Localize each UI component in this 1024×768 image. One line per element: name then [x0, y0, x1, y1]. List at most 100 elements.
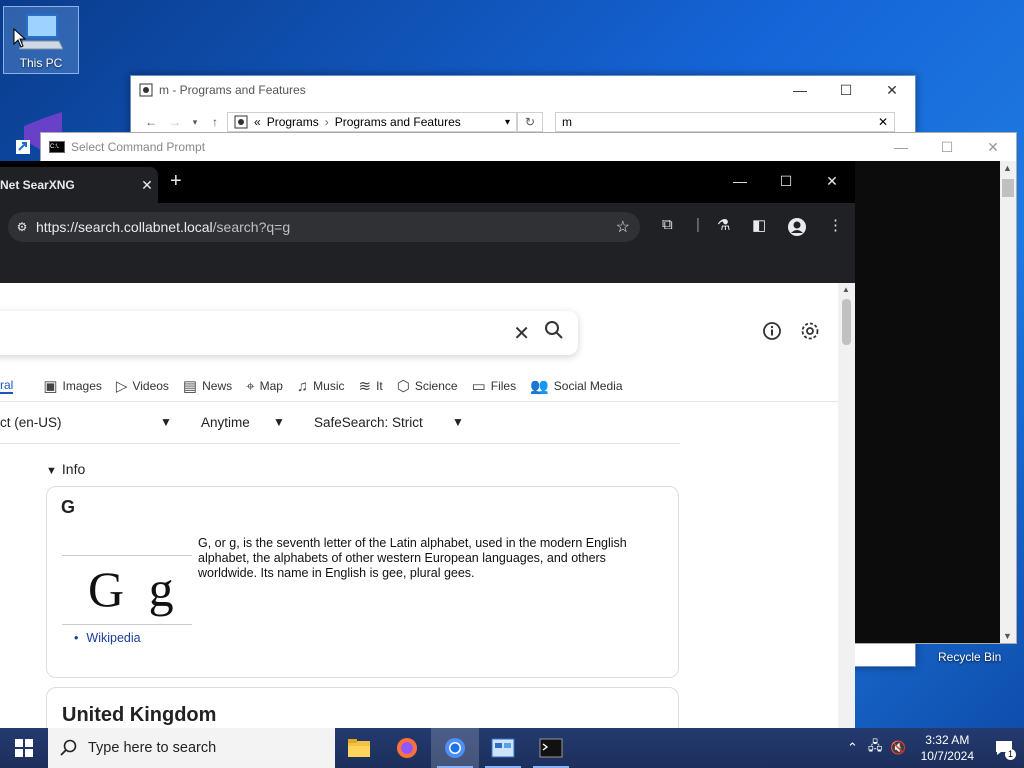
window-title: Select Command Prompt: [71, 140, 206, 154]
back-arrow-icon[interactable]: ←: [139, 115, 163, 129]
search-icon: [60, 739, 77, 756]
forward-arrow-icon[interactable]: →: [163, 115, 187, 129]
minimize-button[interactable]: —: [717, 161, 763, 201]
tab-videos[interactable]: ▷ Videos: [116, 377, 169, 395]
maximize-button[interactable]: ☐: [763, 161, 809, 201]
chevron-down-icon[interactable]: ▼: [452, 415, 464, 429]
tab-it[interactable]: ≋ It: [359, 377, 383, 395]
up-arrow-icon[interactable]: ↑: [203, 115, 227, 129]
divider: [0, 443, 680, 444]
settings-gear-icon[interactable]: [800, 321, 820, 341]
scrollbar-thumb[interactable]: [1002, 179, 1014, 197]
scroll-up-icon[interactable]: ▲: [842, 285, 850, 294]
bookmark-star-icon[interactable]: ☆: [616, 217, 630, 237]
taskbar-search-input[interactable]: Type here to search: [48, 728, 335, 768]
tab-close-icon[interactable]: ✕: [136, 177, 158, 194]
search-icon[interactable]: [544, 320, 564, 340]
show-hidden-icons-icon[interactable]: ⌃: [847, 740, 858, 756]
maximize-button[interactable]: ☐: [924, 133, 970, 161]
taskbar-command-prompt[interactable]: [527, 728, 575, 768]
search-input[interactable]: m ✕: [555, 112, 895, 132]
control-panel-icon: [139, 83, 153, 97]
volume-muted-icon[interactable]: 🔇: [890, 740, 906, 756]
extensions-icon[interactable]: ⧉: [662, 216, 673, 233]
address-bar[interactable]: « Programs › Programs and Features ▾: [227, 112, 517, 132]
minimize-button[interactable]: —: [777, 76, 823, 104]
info-icon[interactable]: [762, 321, 782, 341]
recent-dropdown-icon[interactable]: ▾: [187, 117, 203, 128]
tab-map[interactable]: ⌖ Map: [246, 378, 283, 395]
wikipedia-link[interactable]: Wikipedia: [86, 631, 140, 645]
desktop-icon-recycle-bin[interactable]: Recycle Bin: [938, 650, 1001, 664]
taskbar-file-explorer[interactable]: [335, 728, 383, 768]
taskbar-chrome[interactable]: [431, 728, 479, 768]
info-section-toggle[interactable]: ▼ Info: [46, 461, 85, 477]
infobox-image-glyphs: G g: [88, 561, 180, 617]
new-tab-button[interactable]: +: [170, 170, 182, 193]
desktop-icon-label: Recycle Bin: [938, 650, 1002, 664]
notifications-button[interactable]: 1: [984, 728, 1024, 768]
profile-avatar-icon[interactable]: [787, 217, 807, 237]
search-input[interactable]: ✕: [0, 311, 578, 355]
side-panel-icon[interactable]: ◧: [752, 216, 766, 234]
close-button[interactable]: ✕: [869, 76, 915, 104]
clear-search-icon[interactable]: ✕: [878, 115, 888, 129]
address-bar[interactable]: ⚙ https://search.collabnet.local/search?…: [8, 212, 640, 242]
close-button[interactable]: ✕: [809, 161, 855, 201]
tab-images[interactable]: ▣ Images: [43, 377, 102, 395]
taskbar-control-panel[interactable]: [479, 728, 527, 768]
tab-files[interactable]: ▭ Files: [472, 377, 517, 395]
category-tabs: ral ▣ Images ▷ Videos ▤ News ⌖ Map ♫ Music ≋ I…: [0, 373, 637, 399]
chevron-down-icon[interactable]: ▾: [505, 117, 510, 128]
folder-icon: [348, 739, 370, 757]
search-input-value: m: [562, 115, 572, 129]
language-select[interactable]: ct (en-US): [0, 415, 62, 430]
triangle-down-icon: ▼: [46, 465, 57, 477]
breadcrumb-programs[interactable]: Programs: [267, 115, 319, 129]
taskbar-firefox[interactable]: [383, 728, 431, 768]
result-title[interactable]: United Kingdom: [62, 704, 216, 727]
minimize-button[interactable]: —: [878, 133, 924, 161]
tab-searxng[interactable]: Net SearXNG ✕: [0, 167, 158, 203]
chevron-down-icon[interactable]: ▼: [273, 415, 285, 429]
toolbar: ⚙ https://search.collabnet.local/search?…: [0, 203, 855, 283]
tab-science[interactable]: ⬡ Science: [397, 377, 458, 395]
tab-music[interactable]: ♫ Music: [297, 378, 345, 395]
clock[interactable]: 3:32 AM 10/7/2024: [921, 732, 974, 764]
tab-general[interactable]: ral: [0, 378, 14, 394]
refresh-icon[interactable]: ↻: [517, 112, 543, 132]
tab-label: News: [202, 379, 233, 393]
tab-label: Music: [313, 379, 345, 393]
labs-flask-icon[interactable]: ⚗: [717, 216, 730, 234]
time-range-select[interactable]: Anytime: [201, 415, 250, 430]
start-button[interactable]: [0, 728, 48, 768]
close-button[interactable]: ✕: [970, 133, 1016, 161]
chevron-down-icon[interactable]: ▼: [160, 415, 172, 429]
tab-strip[interactable]: Net SearXNG ✕ + — ☐ ✕: [0, 161, 855, 203]
site-info-icon[interactable]: ⚙: [8, 220, 36, 234]
infobox-title: G: [61, 497, 76, 517]
info-heading: Info: [61, 461, 86, 477]
search-placeholder: Type here to search: [88, 740, 217, 756]
scroll-up-icon[interactable]: ▲: [1003, 163, 1012, 173]
network-icon[interactable]: 🖧: [868, 737, 883, 759]
clear-search-icon[interactable]: ✕: [513, 321, 530, 346]
breadcrumb-programs-and-features[interactable]: Programs and Features: [335, 115, 461, 129]
scroll-down-icon[interactable]: ▼: [1003, 631, 1012, 641]
maximize-button[interactable]: ☐: [823, 76, 869, 104]
menu-kebab-icon[interactable]: ⋮: [828, 216, 843, 234]
tab-label: ral: [0, 378, 14, 392]
safesearch-select[interactable]: SafeSearch: Strict: [314, 415, 423, 430]
window-titlebar[interactable]: C:\. Select Command Prompt: [41, 133, 1016, 161]
page-scrollbar[interactable]: ▲: [838, 283, 855, 728]
layers-icon: ≋: [358, 378, 372, 395]
desktop-icon-label: This PC: [19, 56, 63, 70]
scrollbar-thumb[interactable]: [842, 299, 851, 345]
window-title: m - Programs and Features: [159, 83, 306, 97]
chrome-window[interactable]: Net SearXNG ✕ + — ☐ ✕ ⚙ https://search.c…: [0, 161, 855, 728]
scrollbar[interactable]: ▲ ▼: [1000, 161, 1016, 643]
tab-news[interactable]: ▤ News: [183, 377, 232, 395]
control-panel-icon: [491, 738, 515, 758]
infobox-card: G G g G, or g, is the seventh letter of …: [46, 486, 679, 678]
tab-social-media[interactable]: 👥 Social Media: [530, 377, 622, 395]
